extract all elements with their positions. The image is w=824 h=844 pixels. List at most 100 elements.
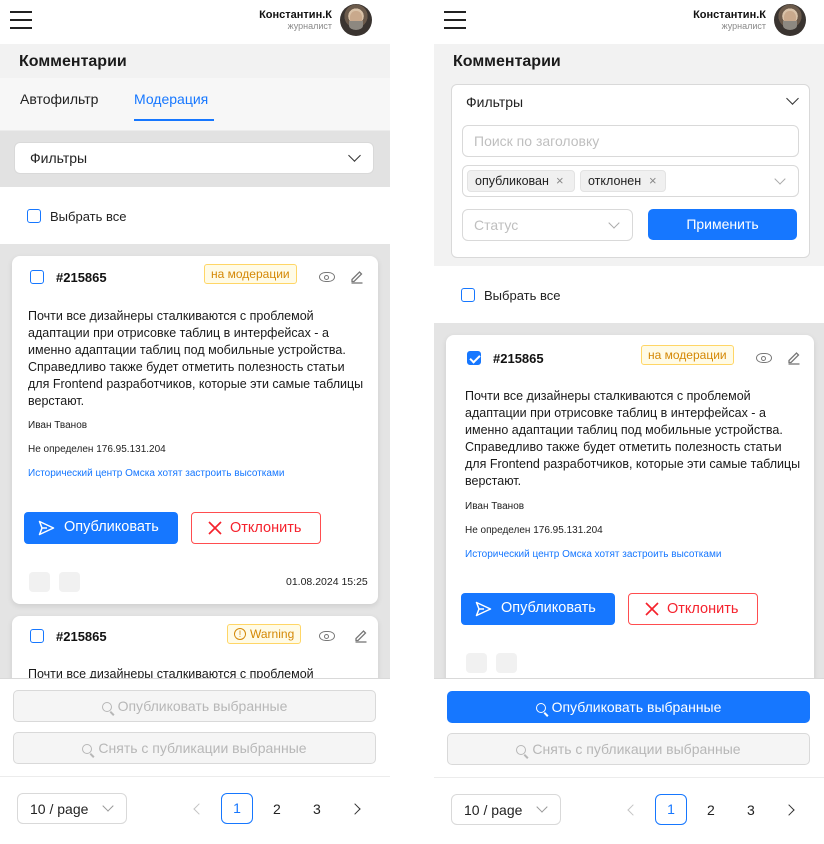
- card-checkbox[interactable]: [30, 629, 44, 643]
- status-badge: ! Warning: [227, 624, 302, 644]
- reject-button[interactable]: Отклонить: [191, 512, 321, 544]
- edit-icon[interactable]: [349, 268, 365, 284]
- search-input[interactable]: Поиск по заголовку: [462, 125, 799, 157]
- filter-panel: Фильтры Поиск по заголовку опубликован ×…: [451, 84, 810, 258]
- chevron-down-icon[interactable]: [786, 92, 799, 105]
- filters-dropdown[interactable]: Фильтры: [14, 142, 374, 174]
- tag-label: отклонен: [588, 174, 642, 188]
- user-role: журналист: [721, 21, 766, 31]
- publish-button[interactable]: Опубликовать: [24, 512, 178, 544]
- send-icon: [38, 520, 55, 536]
- publish-label: Опубликовать: [501, 600, 596, 616]
- publish-button[interactable]: Опубликовать: [461, 593, 615, 625]
- user-name: Константин.К: [259, 9, 332, 21]
- reject-label: Отклонить: [667, 601, 739, 617]
- comment-id: #215865: [56, 270, 107, 285]
- publish-label: Опубликовать: [64, 519, 159, 535]
- chevron-down-icon: [348, 149, 361, 162]
- eye-icon[interactable]: [319, 272, 335, 282]
- comment-list[interactable]: #215865 на модерации Почти все дизайнеры…: [0, 244, 390, 678]
- tab-moderation[interactable]: Модерация: [134, 91, 208, 107]
- unpublish-selected-label: Снять с публикации выбранные: [98, 740, 307, 756]
- unpublish-selected-button[interactable]: Снять с публикации выбранные: [447, 733, 810, 765]
- search-icon: [101, 702, 112, 712]
- search-icon: [516, 745, 527, 755]
- search-icon: [82, 744, 93, 754]
- page-3[interactable]: 3: [313, 801, 321, 817]
- tag-published: опубликован ×: [467, 170, 575, 192]
- comment-card: #215865 на модерации Почти все дизайнеры…: [12, 256, 378, 604]
- divider: [0, 776, 390, 777]
- publish-selected-button[interactable]: Опубликовать выбранные: [447, 691, 810, 723]
- page-size-select[interactable]: 10 / page: [451, 794, 561, 825]
- reject-button[interactable]: Отклонить: [628, 593, 758, 625]
- app-header: Константин.К журналист: [434, 0, 824, 44]
- page-title: Комментарии: [453, 53, 561, 70]
- screen-moderation-list: Константин.К журналист Комментарии Автоф…: [0, 0, 390, 844]
- status-tags-select[interactable]: опубликован × отклонен ×: [462, 165, 799, 197]
- reaction-placeholder[interactable]: [59, 572, 80, 592]
- publish-selected-label: Опубликовать выбранные: [117, 698, 288, 714]
- send-icon: [475, 601, 492, 617]
- comment-id: #215865: [56, 629, 107, 644]
- avatar[interactable]: [774, 4, 806, 36]
- menu-icon[interactable]: [10, 10, 32, 30]
- status-placeholder: Статус: [474, 217, 519, 233]
- next-page-icon[interactable]: [783, 804, 795, 816]
- article-link[interactable]: Исторический центр Омска хотят застроить…: [465, 549, 721, 560]
- prev-page-icon[interactable]: [193, 803, 205, 815]
- edit-icon[interactable]: [786, 349, 802, 365]
- user-name: Константин.К: [693, 9, 766, 21]
- divider: [434, 678, 824, 679]
- next-page-icon[interactable]: [349, 803, 361, 815]
- apply-label: Применить: [686, 216, 759, 232]
- unpublish-selected-label: Снять с публикации выбранные: [532, 741, 741, 757]
- card-checkbox[interactable]: [30, 270, 44, 284]
- page-1[interactable]: 1: [655, 794, 687, 825]
- apply-filters-button[interactable]: Применить: [648, 209, 797, 240]
- eye-icon[interactable]: [319, 631, 335, 641]
- edit-icon[interactable]: [353, 627, 369, 643]
- status-badge: на модерации: [204, 264, 297, 284]
- reaction-placeholder[interactable]: [29, 572, 50, 592]
- search-icon: [535, 703, 546, 713]
- publish-selected-button[interactable]: Опубликовать выбранные: [13, 690, 376, 722]
- chevron-down-icon: [774, 173, 786, 185]
- page-title-bar: Комментарии: [434, 44, 824, 78]
- page-3[interactable]: 3: [747, 802, 755, 818]
- reject-label: Отклонить: [230, 520, 302, 536]
- page-size-value: 10 / page: [30, 801, 89, 817]
- close-icon[interactable]: ×: [649, 173, 657, 188]
- page-1[interactable]: 1: [221, 793, 253, 824]
- page-size-select[interactable]: 10 / page: [17, 793, 127, 824]
- screen-moderation-filters-open: Константин.К журналист Комментарии Фильт…: [434, 0, 824, 844]
- menu-icon[interactable]: [444, 10, 466, 30]
- chevron-down-icon: [102, 800, 114, 812]
- status-badge-label: Warning: [250, 627, 295, 641]
- comment-id: #215865: [493, 351, 544, 366]
- filters-label: Фильтры: [30, 150, 88, 166]
- eye-icon[interactable]: [756, 353, 772, 363]
- select-all-label: Выбрать все: [484, 288, 561, 303]
- page-2[interactable]: 2: [273, 801, 281, 817]
- comment-list[interactable]: #215865 на модерации Почти все дизайнеры…: [434, 323, 824, 678]
- close-icon[interactable]: ×: [556, 173, 564, 188]
- avatar[interactable]: [340, 4, 372, 36]
- reaction-placeholder[interactable]: [496, 653, 517, 673]
- reaction-placeholder[interactable]: [466, 653, 487, 673]
- status-select[interactable]: Статус: [462, 209, 633, 241]
- tab-autofilter[interactable]: Автофильтр: [20, 91, 98, 107]
- divider: [0, 678, 390, 679]
- page-2[interactable]: 2: [707, 802, 715, 818]
- unpublish-selected-button[interactable]: Снять с публикации выбранные: [13, 732, 376, 764]
- filters-label[interactable]: Фильтры: [466, 94, 523, 110]
- article-link[interactable]: Исторический центр Омска хотят застроить…: [28, 468, 284, 479]
- chevron-down-icon: [608, 217, 620, 229]
- card-checkbox[interactable]: [467, 351, 481, 365]
- prev-page-icon[interactable]: [627, 804, 639, 816]
- warning-icon: !: [234, 628, 246, 640]
- tag-rejected: отклонен ×: [580, 170, 666, 192]
- status-badge: на модерации: [641, 345, 734, 365]
- select-all-checkbox[interactable]: [461, 288, 475, 302]
- select-all-checkbox[interactable]: [27, 209, 41, 223]
